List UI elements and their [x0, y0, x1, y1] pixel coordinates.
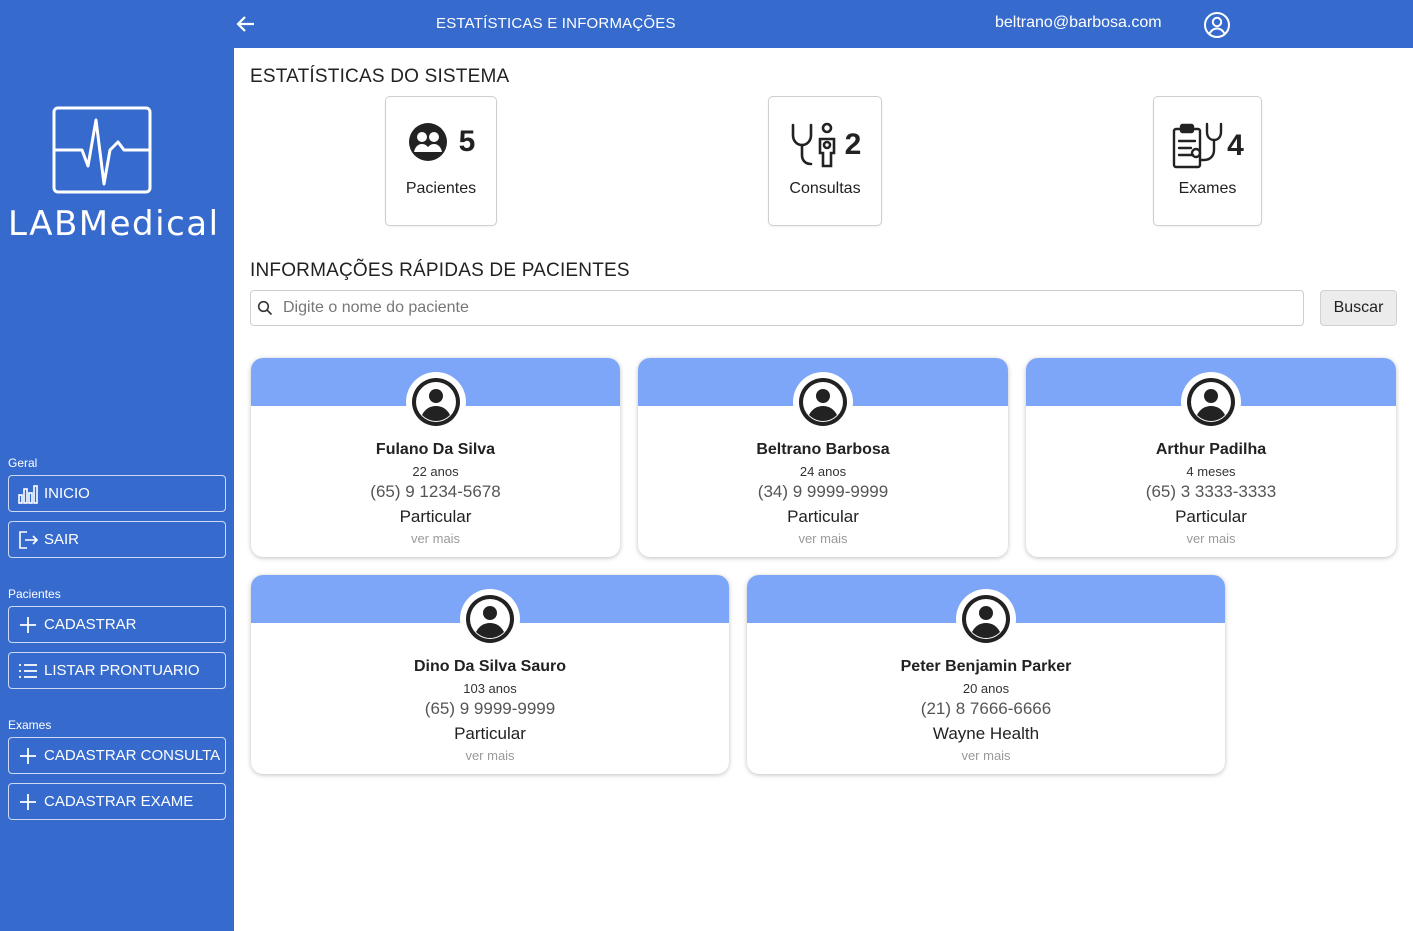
user-avatar-icon: [1187, 378, 1235, 426]
patient-name: Peter Benjamin Parker: [900, 658, 1072, 675]
nav-inicio-label: INICIO: [44, 485, 90, 502]
bar-chart-icon: [17, 483, 39, 505]
ver-mais-link[interactable]: ver mais: [1026, 531, 1396, 546]
user-avatar-icon: [799, 378, 847, 426]
avatar: [793, 372, 853, 432]
nav-listar-prontuario-button[interactable]: LISTAR PRONTUARIO: [8, 652, 226, 689]
section-label-exames: Exames: [8, 718, 52, 732]
user-account-icon[interactable]: [1203, 11, 1231, 39]
patient-phone: (65) 9 9999-9999: [424, 699, 556, 718]
patient-age: 103 anos: [463, 681, 517, 696]
patient-plan: Wayne Health: [932, 724, 1040, 743]
stat-pacientes-value: 5: [458, 125, 476, 158]
user-avatar-icon: [962, 595, 1010, 643]
stat-exames-value: 4: [1227, 129, 1244, 162]
stats-heading: ESTATÍSTICAS DO SISTEMA: [250, 66, 510, 87]
avatar: [405, 372, 466, 432]
plus-icon: [17, 745, 39, 767]
search-input[interactable]: [283, 299, 1243, 317]
page-title: ESTATÍSTICAS E INFORMAÇÕES: [436, 15, 676, 32]
stat-consultas-label: Consultas: [789, 180, 861, 197]
section-label-pacientes: Pacientes: [8, 587, 61, 601]
patient-card[interactable]: Peter Benjamin Parker 20 anos (21) 8 766…: [747, 575, 1225, 774]
stat-card-pacientes: 5 Pacientes: [385, 96, 497, 226]
plus-icon: [17, 791, 39, 813]
nav-cadastrar-paciente-button[interactable]: CADASTRAR: [8, 606, 226, 643]
nav-cadastrar-exame-button[interactable]: CADASTRAR EXAME: [8, 783, 226, 820]
user-avatar-icon: [466, 595, 514, 643]
ver-mais-link[interactable]: ver mais: [251, 748, 729, 763]
patient-card[interactable]: Fulano Da Silva 22 anos (65) 9 1234-5678…: [251, 358, 620, 557]
stat-exames-label: Exames: [1178, 180, 1237, 197]
heartbeat-logo-icon: [52, 106, 152, 194]
stat-card-exames: 4 Exames: [1153, 96, 1262, 226]
search-button[interactable]: Buscar: [1320, 290, 1397, 326]
section-label-geral: Geral: [8, 456, 38, 470]
plus-icon: [17, 614, 39, 636]
nav-inicio-button[interactable]: INICIO: [8, 475, 226, 512]
patient-phone: (65) 9 1234-5678: [370, 482, 501, 501]
nav-sair-label: SAIR: [44, 531, 80, 548]
ver-mais-link[interactable]: ver mais: [747, 748, 1225, 763]
patient-age: 20 anos: [962, 681, 1010, 696]
stat-consultas-value: 2: [844, 128, 862, 161]
ver-mais-link[interactable]: ver mais: [638, 531, 1008, 546]
clipboard-stethoscope-icon: [1172, 122, 1223, 169]
sidebar: LABMedical Geral INICIO SAIR Pacientes C…: [0, 0, 234, 931]
list-icon: [17, 660, 39, 682]
patient-card[interactable]: Arthur Padilha 4 meses (65) 3 3333-3333 …: [1026, 358, 1396, 557]
patient-name: Fulano Da Silva: [375, 441, 496, 458]
stat-pacientes-label: Pacientes: [405, 180, 477, 197]
nav-listar-label: LISTAR PRONTUARIO: [44, 662, 200, 679]
brand-name: LABMedical: [8, 204, 220, 244]
nav-sair-button[interactable]: SAIR: [8, 521, 226, 558]
patient-plan: Particular: [787, 507, 859, 526]
search-icon: [257, 300, 273, 316]
patients-icon: [408, 123, 447, 161]
patient-age: 24 anos: [799, 464, 847, 479]
avatar: [1181, 372, 1241, 432]
logout-icon: [17, 529, 39, 551]
back-arrow-icon[interactable]: [234, 12, 258, 36]
stat-card-consultas: 2 Consultas: [768, 96, 882, 226]
patient-name: Beltrano Barbosa: [756, 441, 890, 458]
patient-plan: Particular: [399, 507, 472, 526]
user-email: beltrano@barbosa.com: [995, 14, 1162, 31]
top-bar: ESTATÍSTICAS E INFORMAÇÕES beltrano@barb…: [234, 0, 1413, 48]
patient-phone: (65) 3 3333-3333: [1145, 482, 1277, 501]
patient-plan: Particular: [1175, 507, 1247, 526]
search-field: [250, 290, 1304, 326]
patient-phone: (21) 8 7666-6666: [920, 699, 1052, 718]
ver-mais-link[interactable]: ver mais: [251, 531, 620, 546]
quick-info-heading: INFORMAÇÕES RÁPIDAS DE PACIENTES: [250, 260, 630, 281]
avatar: [460, 589, 520, 649]
user-avatar-icon: [411, 378, 460, 426]
patient-age: 4 meses: [1186, 464, 1236, 479]
doctor-stethoscope-icon: [791, 122, 835, 168]
patient-name: Arthur Padilha: [1155, 441, 1267, 458]
nav-cadastrar-exame-label: CADASTRAR EXAME: [44, 793, 194, 810]
nav-cadastrar-label: CADASTRAR: [44, 616, 137, 633]
nav-cadastrar-consulta-button[interactable]: CADASTRAR CONSULTA: [8, 737, 226, 774]
nav-cadastrar-consulta-label: CADASTRAR CONSULTA: [44, 747, 221, 764]
avatar: [956, 589, 1016, 649]
patient-card[interactable]: Dino Da Silva Sauro 103 anos (65) 9 9999…: [251, 575, 729, 774]
patient-card[interactable]: Beltrano Barbosa 24 anos (34) 9 9999-999…: [638, 358, 1008, 557]
patient-age: 22 anos: [412, 464, 459, 479]
patient-plan: Particular: [454, 724, 526, 743]
patient-name: Dino Da Silva Sauro: [413, 658, 567, 675]
patient-phone: (34) 9 9999-9999: [757, 482, 889, 501]
